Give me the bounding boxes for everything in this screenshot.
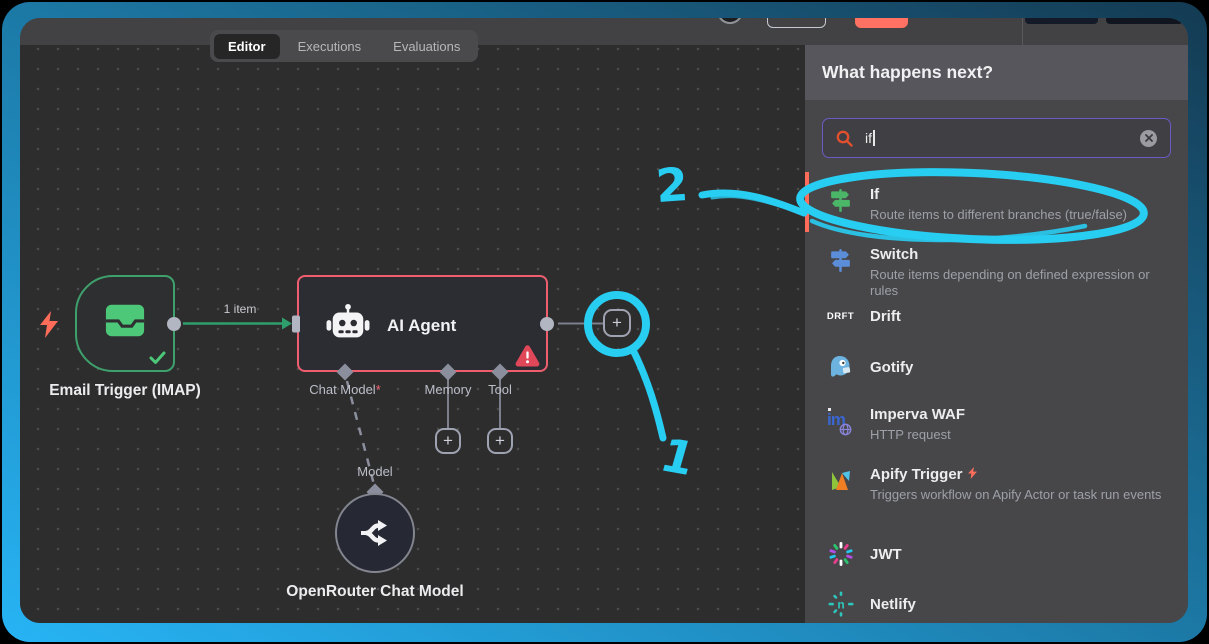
item-title: Apify Trigger (870, 465, 1162, 484)
item-title: Gotify (870, 358, 1162, 377)
close-icon (1145, 134, 1153, 142)
email-output-port[interactable] (167, 317, 181, 331)
node-openrouter-chat-model[interactable] (335, 493, 415, 573)
panel-header: What happens next? (805, 45, 1188, 100)
share-button-partial[interactable] (767, 18, 826, 28)
warning-icon (515, 344, 540, 367)
chat-model-label-text: Chat Model (309, 382, 375, 397)
chat-model-port-label: Chat Model* (265, 382, 425, 397)
app-window: 1 item Email Trigger (IMAP) (20, 18, 1188, 623)
inbox-icon (102, 299, 148, 341)
drift-wordmark-left: DR (827, 311, 842, 322)
tool-port-label: Tool (470, 382, 530, 397)
gotify-icon (827, 354, 854, 380)
drift-icon: DR FT (827, 311, 854, 322)
apify-icon (827, 468, 854, 503)
search-query-text: if (865, 130, 872, 146)
item-title: Imperva WAF (870, 405, 1162, 424)
item-title: Netlify (870, 595, 1162, 614)
if-icon (827, 188, 854, 223)
add-memory-button[interactable]: + (435, 428, 461, 454)
tab-executions[interactable]: Executions (284, 34, 376, 59)
svg-text:n: n (837, 597, 844, 611)
top-right-button-partial-2[interactable] (1106, 18, 1183, 24)
list-item-gotify[interactable]: Gotify (805, 353, 1188, 381)
switch-icon (827, 248, 854, 299)
tab-editor[interactable]: Editor (214, 34, 280, 59)
add-tool-button[interactable]: + (487, 428, 513, 454)
robot-icon (325, 303, 371, 345)
success-check-icon (149, 351, 166, 365)
panel-title: What happens next? (805, 45, 1188, 100)
list-item-drift[interactable]: DR FT Drift (805, 303, 1188, 329)
trigger-bolt-icon (38, 311, 60, 338)
ai-agent-node-label: AI Agent (387, 277, 456, 374)
imperva-icon: im (827, 408, 854, 443)
list-item-imperva-waf[interactable]: im Imperva WAF HTTP request (805, 405, 1188, 443)
netlify-icon: n (827, 591, 854, 617)
item-title: Switch (870, 245, 1162, 264)
openrouter-icon (357, 516, 393, 550)
item-description: HTTP request (870, 427, 1162, 443)
node-picker-panel: What happens next? if (805, 45, 1188, 623)
list-item-jwt[interactable]: JWT (805, 540, 1188, 568)
item-description: Route items depending on defined express… (870, 267, 1162, 299)
item-description: Route items to different branches (true/… (870, 207, 1162, 223)
panel-body: if (805, 100, 1188, 623)
node-email-trigger[interactable] (75, 275, 175, 372)
connection-items-label: 1 item (200, 302, 280, 316)
topbar-divider (1022, 18, 1023, 45)
list-item-apify-trigger[interactable]: Apify Trigger Triggers workflow on Apify… (805, 465, 1188, 503)
clear-search-button[interactable] (1140, 130, 1157, 147)
list-item-netlify[interactable]: n Netlify (805, 590, 1188, 618)
email-node-label: Email Trigger (IMAP) (25, 382, 225, 400)
item-title: Drift (870, 307, 1162, 326)
item-title: If (870, 185, 1162, 204)
top-right-button-partial-1[interactable] (1025, 18, 1098, 24)
item-description: Triggers workflow on Apify Actor or task… (870, 487, 1162, 503)
search-input[interactable]: if (822, 118, 1171, 158)
ai-input-port[interactable] (292, 315, 300, 332)
view-tabs: Editor Executions Evaluations (210, 30, 478, 62)
save-button-partial[interactable] (855, 18, 908, 28)
avatar[interactable] (717, 18, 743, 24)
apify-title-text: Apify Trigger (870, 466, 963, 483)
openrouter-node-label: OpenRouter Chat Model (275, 582, 475, 602)
topbar (20, 18, 1188, 45)
model-port-label: Model (335, 464, 415, 479)
list-item-switch[interactable]: Switch Route items depending on defined … (805, 245, 1188, 299)
add-node-button[interactable]: + (603, 309, 631, 337)
drift-wordmark-right: FT (842, 311, 855, 322)
workflow-canvas[interactable]: 1 item Email Trigger (IMAP) (20, 45, 805, 623)
search-icon (836, 130, 853, 147)
node-ai-agent[interactable]: AI Agent (297, 275, 548, 372)
item-title: JWT (870, 545, 1162, 564)
list-item-if[interactable]: If Route items to different branches (tr… (805, 185, 1188, 223)
jwt-icon (827, 541, 854, 567)
required-asterisk: * (376, 382, 381, 397)
text-caret (873, 130, 875, 146)
ai-output-port[interactable] (540, 317, 554, 331)
trigger-bolt-icon (968, 467, 977, 479)
tab-evaluations[interactable]: Evaluations (379, 34, 474, 59)
